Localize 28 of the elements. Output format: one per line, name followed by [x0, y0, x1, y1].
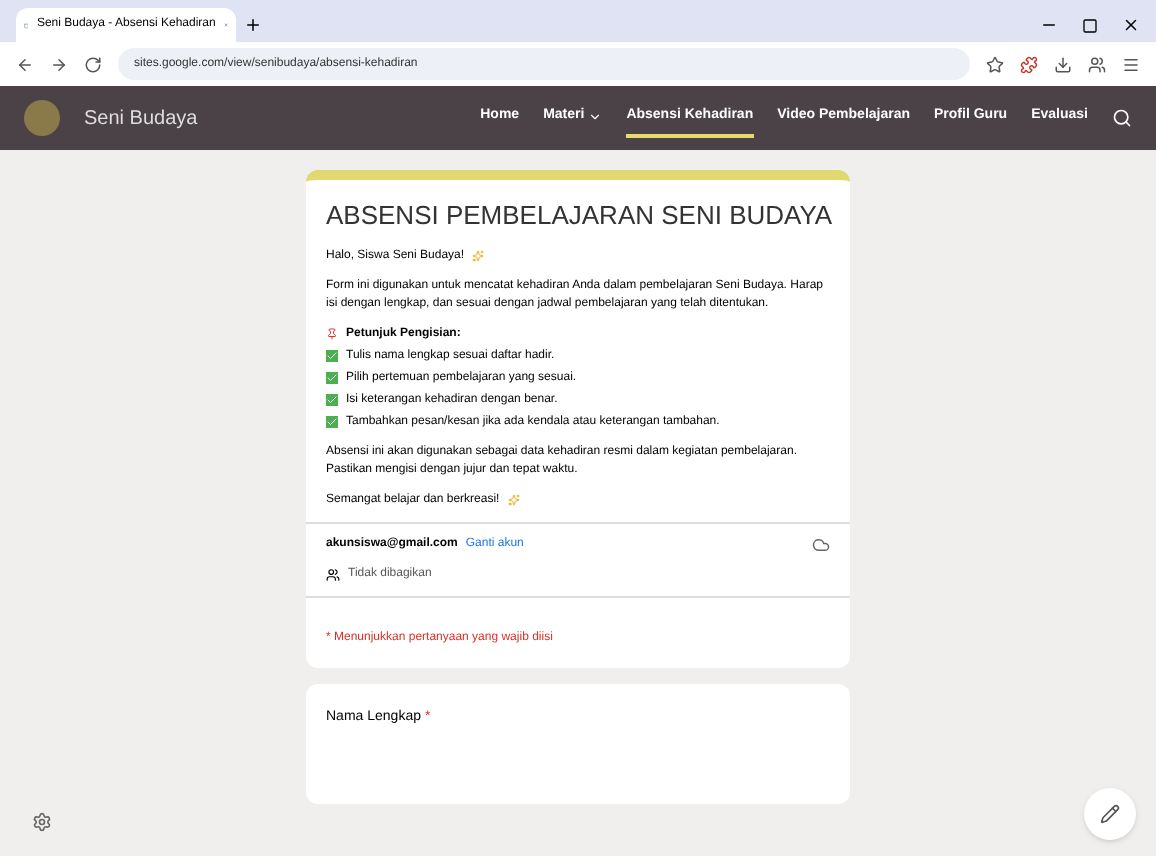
- download-icon[interactable]: [1054, 55, 1072, 73]
- check-icon: [326, 350, 338, 362]
- reload-icon[interactable]: [84, 55, 102, 73]
- form-title: ABSENSI PEMBELAJARAN SENI BUDAYA: [326, 198, 833, 234]
- pencil-icon: [1100, 804, 1120, 824]
- profile-icon[interactable]: [1088, 55, 1106, 73]
- site-name[interactable]: Seni Budaya: [84, 103, 198, 133]
- bookmark-icon[interactable]: [986, 55, 1004, 73]
- sparkle-icon: [507, 494, 520, 506]
- settings-icon[interactable]: [32, 812, 52, 832]
- pin-icon: [326, 328, 338, 340]
- check-icon: [326, 372, 338, 384]
- check-icon: [326, 394, 338, 406]
- caret-icon: [588, 109, 603, 123]
- cloud-icon: [812, 535, 830, 553]
- check-icon: [326, 416, 338, 428]
- menu-icon[interactable]: [1122, 55, 1140, 73]
- close-window-icon[interactable]: [1122, 16, 1140, 34]
- back-icon[interactable]: [16, 55, 34, 73]
- extension-icon[interactable]: [1020, 55, 1038, 73]
- edit-button[interactable]: [1084, 788, 1136, 840]
- sparkle-icon: [472, 250, 485, 262]
- forward-icon[interactable]: [50, 55, 68, 73]
- people-icon: [326, 567, 340, 581]
- new-tab-icon[interactable]: [244, 16, 262, 34]
- logo-icon: [24, 100, 60, 136]
- search-icon[interactable]: [1112, 108, 1132, 128]
- maximize-icon[interactable]: [1082, 18, 1098, 34]
